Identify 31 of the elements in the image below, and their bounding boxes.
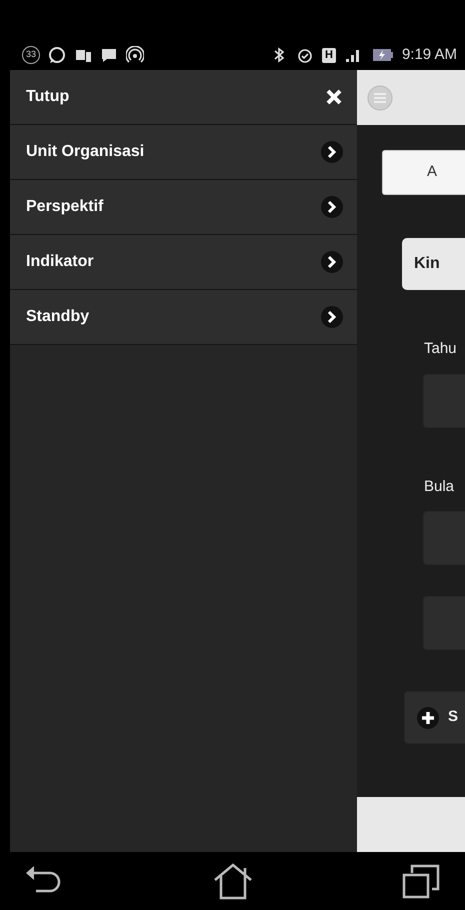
hotspot-icon <box>126 46 144 64</box>
menu-item-label: Standby <box>26 307 90 327</box>
button[interactable]: Kin <box>402 238 465 290</box>
menu-item-label: Unit Organisasi <box>26 142 144 162</box>
tab-button[interactable]: A <box>382 150 465 195</box>
chevron-icon <box>321 196 343 218</box>
home-icon[interactable] <box>212 862 254 900</box>
menu-item[interactable]: Standby <box>10 290 357 345</box>
menu-item[interactable]: Perspektif <box>10 180 357 235</box>
menu-item[interactable]: Indikator <box>10 235 357 290</box>
close-menu-item[interactable]: Tutup <box>10 70 357 125</box>
chevron-icon <box>321 141 343 163</box>
network-type: H <box>322 48 336 62</box>
menu-item-label: Perspektif <box>26 197 104 217</box>
recent-apps-icon[interactable] <box>401 863 441 899</box>
chevron-icon <box>321 251 343 273</box>
field-label: Bula <box>424 476 456 496</box>
field-label: Tahu <box>424 339 458 359</box>
menu-item-label: Indikator <box>26 252 94 272</box>
add-button[interactable]: S <box>404 691 465 744</box>
close-icon <box>325 88 343 106</box>
plus-icon <box>417 706 439 728</box>
notification-count: 33 <box>22 46 40 64</box>
message-icon <box>100 46 118 64</box>
menu-item[interactable]: Unit Organisasi <box>10 125 357 180</box>
menu-item-label: Tutup <box>26 87 70 107</box>
chat-icon <box>48 46 66 64</box>
clock-time: 9:19 AM <box>402 44 457 65</box>
menu-icon[interactable] <box>367 84 393 110</box>
battery-icon <box>372 47 394 63</box>
chevron-icon <box>321 306 343 328</box>
